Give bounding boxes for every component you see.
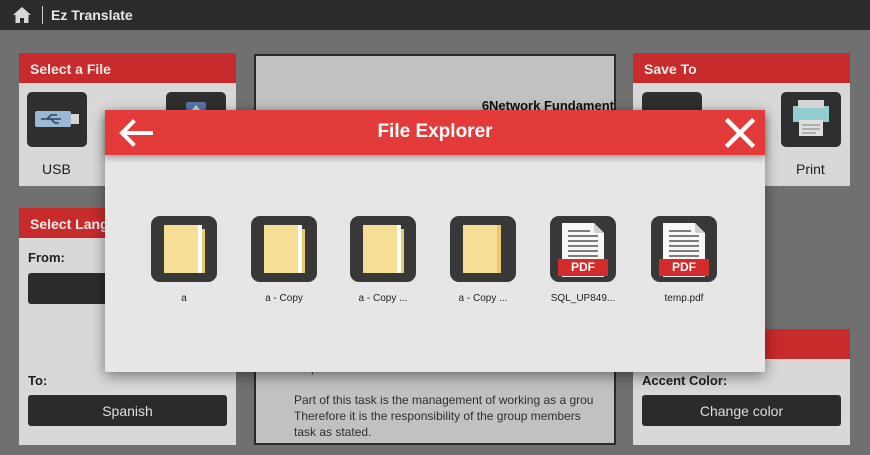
close-icon[interactable] <box>723 116 757 150</box>
folder-icon <box>164 225 205 273</box>
file-item[interactable]: a - Copy ... <box>443 216 523 304</box>
pdf-badge-text: PDF <box>672 260 696 274</box>
file-name: SQL_UP849... <box>550 293 616 304</box>
folder-icon <box>363 225 404 273</box>
folder-tile <box>350 216 416 282</box>
folder-tile <box>151 216 217 282</box>
title-divider <box>42 6 43 24</box>
file-name: a - Copy ... <box>358 293 408 304</box>
folder-icon <box>264 225 305 273</box>
folder-tile <box>450 216 516 282</box>
folder-tile <box>251 216 317 282</box>
file-item[interactable]: PDF SQL_UP849... <box>543 216 623 304</box>
file-item[interactable]: a <box>144 216 224 304</box>
folder-icon <box>463 225 501 273</box>
pdf-tile: PDF <box>550 216 616 282</box>
file-item[interactable]: a - Copy <box>244 216 324 304</box>
file-name: a - Copy <box>265 293 303 304</box>
home-icon[interactable] <box>12 6 32 24</box>
file-name: temp.pdf <box>664 293 704 304</box>
file-explorer-title: File Explorer <box>377 121 493 142</box>
app-title: Ez Translate <box>51 7 133 23</box>
file-item[interactable]: PDF temp.pdf <box>644 216 724 304</box>
file-explorer-dialog: File Explorer a a - Copy a - Copy ... a … <box>105 110 765 372</box>
pdf-tile: PDF <box>651 216 717 282</box>
file-name: a <box>181 293 187 304</box>
file-name: a - Copy ... <box>458 293 508 304</box>
top-bar: Ez Translate <box>0 0 870 30</box>
file-item[interactable]: a - Copy ... <box>343 216 423 304</box>
pdf-badge-text: PDF <box>571 260 595 274</box>
file-explorer-header: File Explorer <box>105 110 765 155</box>
